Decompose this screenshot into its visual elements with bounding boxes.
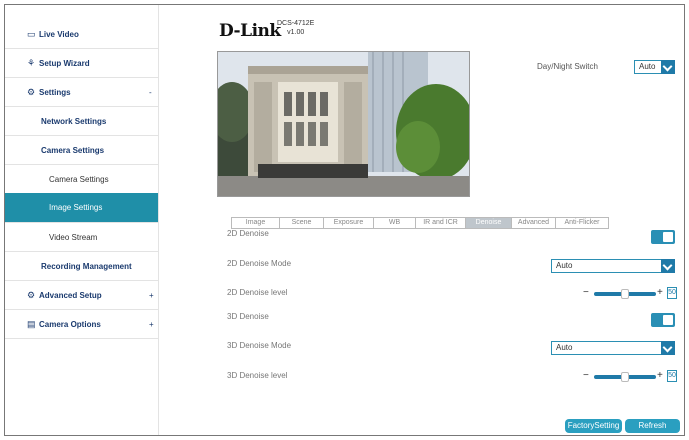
collapse-icon: -	[149, 88, 152, 97]
minus-icon[interactable]: −	[583, 370, 589, 382]
sidebar-item-camera-options[interactable]: ▤ Camera Options +	[5, 310, 158, 339]
factory-setting-button[interactable]: FactorySetting	[565, 419, 622, 433]
tab-scene[interactable]: Scene	[279, 217, 323, 229]
sidebar-subitem-video-stream[interactable]: Video Stream	[5, 223, 158, 252]
tab-advanced[interactable]: Advanced	[511, 217, 555, 229]
sidebar-item-label: Settings	[39, 87, 71, 97]
app-frame: ▭ Live Video ⚘ Setup Wizard ⚙ Settings -…	[4, 4, 685, 436]
sidebar-item-network-settings[interactable]: Network Settings	[5, 107, 158, 136]
sidebar-item-recording-management[interactable]: Recording Management	[5, 252, 158, 281]
sidebar-item-label: Advanced Setup	[39, 290, 102, 300]
denoise-2d-mode-select[interactable]: Auto	[551, 259, 675, 273]
preview-image	[218, 52, 469, 196]
denoise-3d-label: 3D Denoise	[227, 312, 269, 321]
denoise-2d-level-label: 2D Denoise level	[227, 288, 288, 297]
sidebar-item-setup-wizard[interactable]: ⚘ Setup Wizard	[5, 49, 158, 78]
sidebar-item-label: Setup Wizard	[39, 58, 90, 68]
tab-image[interactable]: Image	[231, 217, 279, 229]
denoise-2d-toggle[interactable]	[651, 230, 675, 244]
chevron-down-icon	[661, 60, 675, 74]
plus-icon[interactable]: +	[657, 287, 663, 299]
sidebar-item-label: Live Video	[39, 29, 79, 39]
refresh-button[interactable]: Refresh	[625, 419, 680, 433]
minus-icon[interactable]: −	[583, 287, 589, 299]
sidebar-item-label: Camera Settings	[49, 174, 109, 184]
sidebar-item-label: Camera Options	[39, 319, 101, 329]
sidebar-item-label: Video Stream	[49, 232, 98, 242]
dlink-logo: D-Link	[219, 21, 281, 41]
sidebar-item-label: Recording Management	[41, 261, 132, 271]
sidebar-item-settings[interactable]: ⚙ Settings -	[5, 78, 158, 107]
sidebar-item-label: Image Settings	[49, 203, 103, 212]
tab-exposure[interactable]: Exposure	[323, 217, 373, 229]
tab-ir-and-icr[interactable]: IR and ICR	[415, 217, 465, 229]
daynight-select[interactable]: Auto	[634, 60, 675, 74]
sidebar-subitem-image-settings[interactable]: Image Settings	[5, 193, 158, 223]
denoise-3d-level-label: 3D Denoise level	[227, 371, 288, 380]
denoise-3d-toggle[interactable]	[651, 313, 675, 327]
sidebar-item-label: Network Settings	[41, 116, 107, 126]
denoise-2d-label: 2D Denoise	[227, 229, 269, 238]
denoise-3d-level-value[interactable]: 50	[667, 370, 677, 382]
denoise-2d-level-value[interactable]: 50	[667, 287, 677, 299]
gear-icon: ⚙	[27, 87, 36, 97]
model-info: DCS-4712E v1.00	[277, 19, 314, 37]
chevron-down-icon	[661, 341, 675, 355]
denoise-2d-mode-label: 2D Denoise Mode	[227, 259, 292, 268]
camera-preview	[217, 51, 470, 197]
slider-handle[interactable]	[621, 372, 629, 382]
tab-wb[interactable]: WB	[373, 217, 415, 229]
monitor-icon: ▭	[27, 29, 36, 39]
sidebar-item-advanced-setup[interactable]: ⚙ Advanced Setup +	[5, 281, 158, 310]
model-name: DCS-4712E	[277, 20, 315, 27]
denoise-2d-mode-value: Auto	[556, 261, 573, 270]
sidebar-item-camera-settings[interactable]: Camera Settings	[5, 136, 158, 165]
daynight-value: Auto	[639, 62, 656, 71]
daynight-label: Day/Night Switch	[537, 62, 598, 71]
slider-handle[interactable]	[621, 289, 629, 299]
advanced-icon: ⚙	[27, 290, 36, 300]
wand-icon: ⚘	[27, 58, 36, 68]
chevron-down-icon	[661, 259, 675, 273]
plus-icon[interactable]: +	[657, 370, 663, 382]
denoise-3d-mode-label: 3D Denoise Mode	[227, 341, 292, 350]
expand-icon: +	[149, 320, 154, 329]
sidebar-item-label: Camera Settings	[41, 145, 105, 155]
expand-icon: +	[149, 291, 154, 300]
image-settings-tabs: Image Scene Exposure WB IR and ICR Denoi…	[231, 217, 609, 229]
document-icon: ▤	[27, 319, 36, 329]
denoise-3d-mode-value: Auto	[556, 343, 573, 352]
denoise-3d-mode-select[interactable]: Auto	[551, 341, 675, 355]
firmware-version: v1.00	[287, 29, 305, 36]
sidebar-subitem-camera-settings[interactable]: Camera Settings	[5, 165, 158, 194]
tab-anti-flicker[interactable]: Anti-Flicker	[555, 217, 609, 229]
sidebar: ▭ Live Video ⚘ Setup Wizard ⚙ Settings -…	[5, 5, 159, 435]
sidebar-item-live-video[interactable]: ▭ Live Video	[5, 20, 158, 49]
tab-denoise[interactable]: Denoise	[465, 217, 511, 229]
